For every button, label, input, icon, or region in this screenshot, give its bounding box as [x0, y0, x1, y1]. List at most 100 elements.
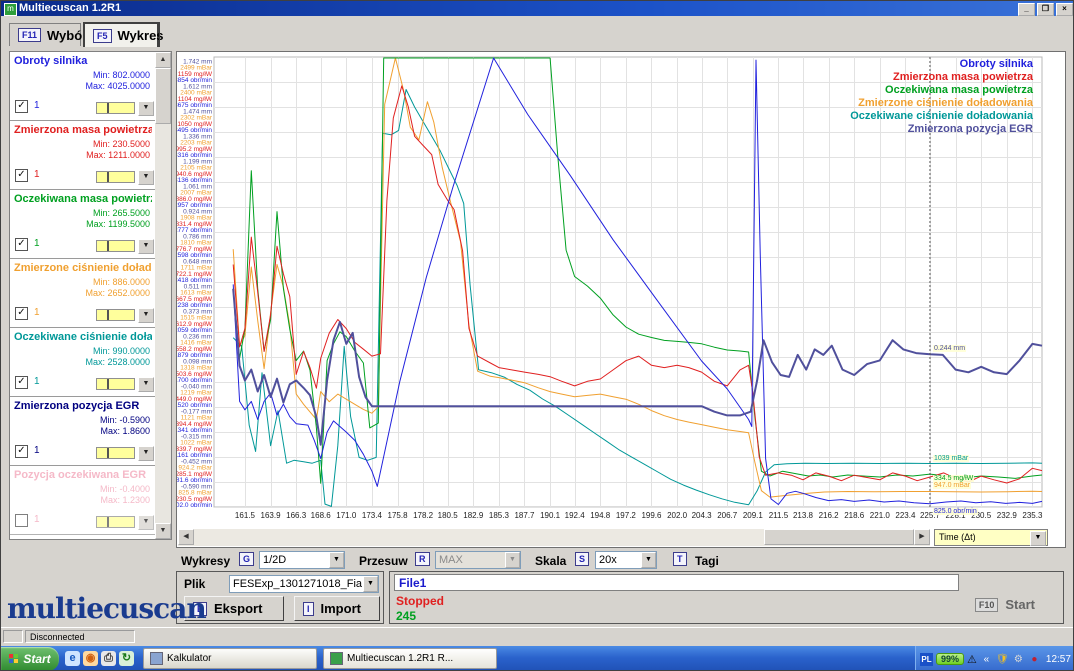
session-name-field[interactable]: File1 — [394, 574, 959, 591]
parameter-checkbox[interactable]: ✓ — [15, 100, 28, 113]
scroll-down-icon[interactable]: ▼ — [155, 523, 171, 539]
chevron-down-icon[interactable]: ▼ — [138, 446, 154, 461]
chevron-down-icon[interactable]: ▼ — [138, 377, 154, 392]
t-key-badge[interactable]: T — [673, 552, 687, 566]
line-width-slider[interactable] — [96, 102, 135, 114]
x-axis-label: 194.8 — [590, 511, 611, 520]
warning-icon[interactable]: ⚠ — [967, 653, 977, 666]
updater-icon[interactable]: ↻ — [119, 651, 134, 666]
x-axis-label: 173.4 — [362, 511, 383, 520]
wykresy-select[interactable]: 1/2D ▼ — [259, 551, 345, 569]
parameter-min: Min: 990.0000 — [93, 346, 150, 356]
r-key-badge[interactable]: R — [415, 552, 430, 566]
parameter-max: Max: 1.8600 — [100, 426, 150, 436]
przesuw-select: MAX ▼ — [435, 551, 521, 569]
i-key-badge: I — [303, 602, 314, 616]
parameter-list: Obroty silnikaMin: 802.0000Max: 4025.000… — [10, 52, 155, 539]
taskbar-task-2[interactable]: Multiecuscan 1.2R1 R... — [323, 648, 497, 669]
x-axis-label: 166.3 — [286, 511, 307, 520]
skala-select[interactable]: 20x ▼ — [595, 551, 657, 569]
x-axis-label: 185.3 — [489, 511, 510, 520]
chevron-down-icon[interactable]: ▼ — [138, 308, 154, 323]
parameter-name: Oczekiwana masa powietrza — [14, 193, 152, 205]
start-button-taskbar[interactable]: Start — [1, 647, 59, 671]
parameter-checkbox[interactable]: ✓ — [15, 445, 28, 458]
tab-wybor[interactable]: F11 Wybór — [9, 23, 81, 46]
start-button[interactable]: F10 Start — [975, 597, 1035, 612]
parameter-min: Min: 265.5000 — [93, 208, 150, 218]
chevron-down-icon[interactable]: ▼ — [363, 576, 378, 592]
x-axis-label: 180.5 — [438, 511, 459, 520]
parameter-checkbox[interactable]: ✓ — [15, 238, 28, 251]
parameter-min: Min: -0.4000 — [100, 484, 150, 494]
line-width-slider[interactable] — [96, 447, 135, 459]
x-axis-label: 171.0 — [336, 511, 357, 520]
multiecuscan-logo: multiecuscan — [7, 592, 206, 625]
close-button[interactable]: × — [1056, 3, 1073, 16]
title-bar: m Multiecuscan 1.2R1 _❐× — [1, 1, 1074, 16]
chevron-down-icon[interactable]: ▼ — [138, 101, 154, 116]
sidebar-scrollbar[interactable]: ▲ ▼ — [155, 52, 171, 539]
parameter-max: Max: 2652.0000 — [85, 288, 150, 298]
line-width-slider[interactable] — [96, 309, 135, 321]
x-axis-label: 163.9 — [261, 511, 282, 520]
taskbar-task-1[interactable]: Kalkulator — [143, 648, 317, 669]
parameter-channel: 1 — [34, 445, 40, 456]
time-scrollbar[interactable]: ◀ ▶ — [178, 529, 930, 546]
application-window: m Multiecuscan 1.2R1 _❐× F11 Wybór F5 Wy… — [0, 0, 1074, 671]
x-axis-label: 192.4 — [565, 511, 586, 520]
parameter-checkbox[interactable] — [15, 514, 28, 527]
shield-icon[interactable]: 🛡 — [996, 653, 1009, 666]
x-axis-label: 206.7 — [717, 511, 738, 520]
internet-explorer-icon[interactable]: e — [65, 651, 80, 666]
import-button[interactable]: I Import — [294, 596, 380, 621]
time-axis-label: Time (Δt) — [939, 532, 976, 542]
file-select[interactable]: FESExp_1301271018_Fiat Br ▼ — [229, 575, 379, 593]
chevron-down-icon[interactable]: ▼ — [1030, 531, 1046, 546]
time-axis-combo[interactable]: Time (Δt) ▼ — [934, 529, 1048, 546]
line-width-slider[interactable] — [96, 240, 135, 252]
skala-label: Skala — [535, 554, 566, 568]
x-axis-label: 197.2 — [616, 511, 637, 520]
status-text: Stopped — [396, 594, 444, 608]
chevron-down-icon[interactable]: ▼ — [329, 552, 344, 568]
s-key-badge[interactable]: S — [575, 552, 589, 566]
app-icon: m — [4, 3, 17, 16]
chevron-down-icon[interactable]: ▼ — [138, 515, 154, 530]
time-scrollbar-thumb[interactable] — [764, 529, 914, 545]
parameter-channel: 1 — [34, 514, 40, 525]
parameter-min: Min: 886.0000 — [93, 277, 150, 287]
chevron-down-icon[interactable]: ▼ — [138, 170, 154, 185]
language-indicator[interactable]: PL — [920, 653, 933, 666]
gear-icon[interactable]: ⚙ — [1012, 653, 1025, 666]
parameter-max: Max: 4025.0000 — [85, 81, 150, 91]
security-icon[interactable]: ● — [1028, 653, 1041, 666]
collapse-chevron-icon[interactable]: « — [980, 653, 993, 666]
minimize-button[interactable]: _ — [1018, 3, 1035, 16]
firefox-icon[interactable]: ◉ — [83, 651, 98, 666]
scrollbar-thumb[interactable] — [155, 68, 171, 124]
parameter-min: Min: 230.5000 — [93, 139, 150, 149]
battery-indicator[interactable]: 99% — [936, 653, 964, 665]
chevron-down-icon[interactable]: ▼ — [138, 239, 154, 254]
taskbar: Start e◉⎙↻ Kalkulator Multiecuscan 1.2R1 … — [1, 646, 1074, 671]
x-axis-label: 178.2 — [413, 511, 434, 520]
line-width-slider[interactable] — [96, 171, 135, 183]
maximize-button[interactable]: ❐ — [1037, 3, 1054, 16]
g-key-badge[interactable]: G — [239, 552, 254, 566]
parameter-checkbox[interactable]: ✓ — [15, 307, 28, 320]
tab-wykres[interactable]: F5 Wykres — [83, 22, 159, 47]
cursor-value-label: 1039 mBar — [933, 455, 969, 462]
cursor-value-label: 947.0 mBar — [933, 482, 971, 489]
task-icon — [150, 652, 163, 665]
line-width-slider[interactable] — [96, 516, 135, 528]
parameter-checkbox[interactable]: ✓ — [15, 169, 28, 182]
scroll-up-icon[interactable]: ▲ — [155, 52, 171, 68]
parameter-checkbox[interactable]: ✓ — [15, 376, 28, 389]
line-width-slider[interactable] — [96, 378, 135, 390]
chevron-down-icon[interactable]: ▼ — [641, 552, 656, 568]
scroll-left-icon[interactable]: ◀ — [178, 529, 194, 545]
scroll-right-icon[interactable]: ▶ — [914, 529, 930, 545]
parameter-max: Max: 2528.0000 — [85, 357, 150, 367]
printer-icon[interactable]: ⎙ — [101, 651, 116, 666]
